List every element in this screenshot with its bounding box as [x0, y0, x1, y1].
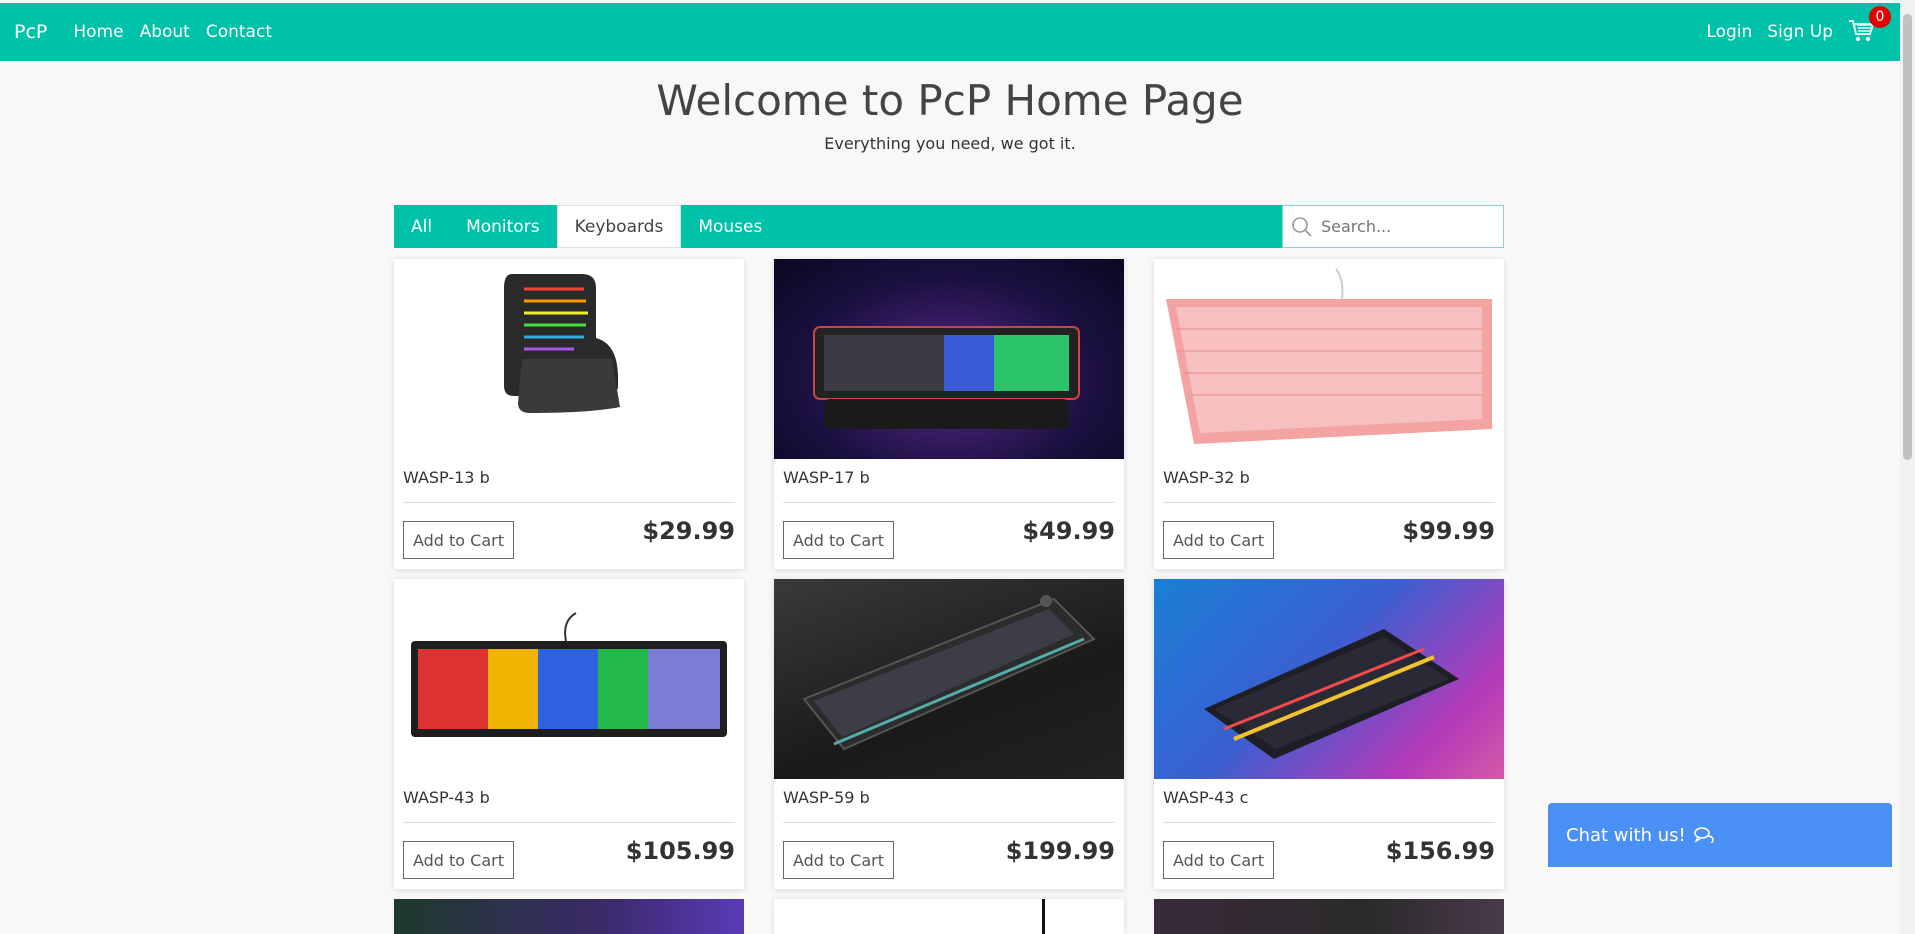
login-link[interactable]: Login — [1706, 22, 1752, 42]
nav-right: Login Sign Up 0 — [1706, 6, 1891, 46]
product-card-partial[interactable] — [774, 899, 1124, 934]
product-name: WASP-13 b — [403, 468, 490, 487]
product-name: WASP-43 c — [1163, 788, 1249, 807]
tab-keyboards[interactable]: Keyboards — [556, 205, 682, 248]
product-name: WASP-59 b — [783, 788, 870, 807]
add-to-cart-button[interactable]: Add to Cart — [783, 841, 894, 879]
page-subtitle: Everything you need, we got it. — [824, 134, 1076, 153]
add-to-cart-button[interactable]: Add to Cart — [783, 521, 894, 559]
product-image[interactable] — [1154, 579, 1504, 779]
card-divider — [1163, 502, 1495, 503]
add-to-cart-button[interactable]: Add to Cart — [403, 841, 514, 879]
page-scrollbar[interactable] — [1900, 0, 1915, 934]
product-image[interactable] — [394, 259, 744, 459]
product-card: WASP-17 b Add to Cart $49.99 — [774, 259, 1124, 569]
scrollbar-thumb[interactable] — [1903, 14, 1912, 460]
product-price: $99.99 — [1402, 517, 1495, 545]
product-card: WASP-43 b Add to Cart $105.99 — [394, 579, 744, 889]
card-divider — [783, 502, 1115, 503]
search-box[interactable] — [1282, 205, 1504, 248]
product-image[interactable] — [774, 579, 1124, 779]
category-filter-bar: All Monitors Keyboards Mouses — [394, 205, 1504, 248]
card-divider — [1163, 822, 1495, 823]
cart-button[interactable]: 0 — [1848, 6, 1891, 46]
product-price: $29.99 — [642, 517, 735, 545]
product-price: $105.99 — [625, 837, 735, 865]
signup-link[interactable]: Sign Up — [1767, 22, 1833, 42]
card-divider — [403, 822, 735, 823]
add-to-cart-button[interactable]: Add to Cart — [403, 521, 514, 559]
keyboard-image — [1166, 268, 1492, 444]
keyboard-image — [504, 274, 620, 413]
cart-count-badge: 0 — [1869, 6, 1891, 28]
product-image[interactable] — [774, 259, 1124, 459]
add-to-cart-button[interactable]: Add to Cart — [1163, 521, 1274, 559]
product-image[interactable] — [394, 579, 744, 779]
keyboard-image — [411, 612, 727, 737]
tab-all[interactable]: All — [394, 205, 449, 248]
product-name: WASP-17 b — [783, 468, 870, 487]
product-image[interactable] — [1154, 259, 1504, 459]
chat-widget-button[interactable]: Chat with us! — [1548, 803, 1892, 867]
keyboard-image — [802, 595, 1096, 751]
product-price: $156.99 — [1385, 837, 1495, 865]
card-divider — [783, 822, 1115, 823]
product-name: WASP-32 b — [1163, 468, 1250, 487]
product-card: WASP-32 b Add to Cart $99.99 — [1154, 259, 1504, 569]
search-icon — [1292, 216, 1312, 237]
tab-mouses[interactable]: Mouses — [681, 205, 779, 248]
keyboard-image — [1204, 629, 1459, 759]
cable-line — [1042, 899, 1045, 934]
nav-link-home[interactable]: Home — [73, 22, 123, 42]
card-divider — [403, 502, 735, 503]
chat-bubbles-icon — [1693, 827, 1714, 843]
product-price: $199.99 — [1005, 837, 1115, 865]
chat-label: Chat with us! — [1566, 824, 1686, 846]
brand-logo[interactable]: PcP — [14, 21, 47, 43]
page-title: Welcome to PcP Home Page — [656, 76, 1244, 125]
product-card: WASP-43 c Add to Cart $156.99 — [1154, 579, 1504, 889]
top-navbar: PcP Home About Contact Login Sign Up 0 — [0, 3, 1900, 61]
search-input[interactable] — [1321, 217, 1491, 236]
product-card: WASP-13 b Add to Cart $29.99 — [394, 259, 744, 569]
add-to-cart-button[interactable]: Add to Cart — [1163, 841, 1274, 879]
product-name: WASP-43 b — [403, 788, 490, 807]
product-card: WASP-59 b Add to Cart $199.99 — [774, 579, 1124, 889]
nav-link-about[interactable]: About — [140, 22, 190, 42]
product-price: $49.99 — [1022, 517, 1115, 545]
nav-link-contact[interactable]: Contact — [206, 22, 272, 42]
product-card-partial[interactable] — [1154, 899, 1504, 934]
tab-monitors[interactable]: Monitors — [449, 205, 556, 248]
keyboard-image — [813, 326, 1080, 429]
product-card-partial[interactable] — [394, 899, 744, 934]
